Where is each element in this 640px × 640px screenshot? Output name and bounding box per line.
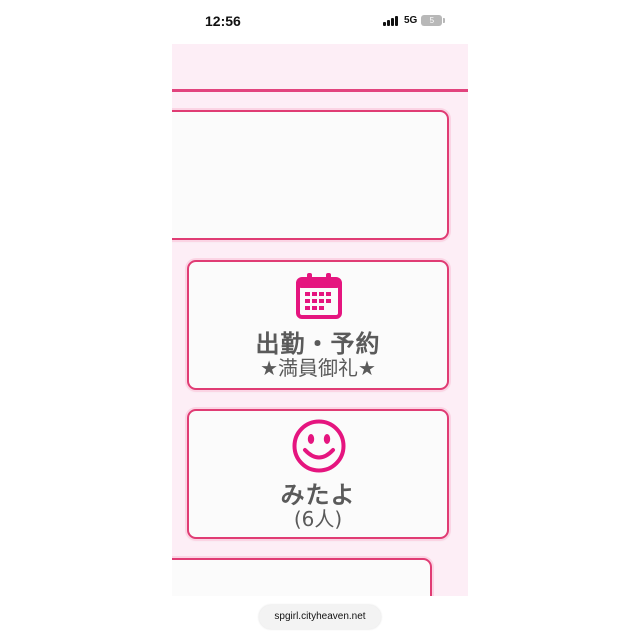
battery-icon: 5 — [421, 15, 446, 26]
section-divider — [172, 89, 468, 92]
mitayo-count: (6人) — [293, 507, 343, 531]
status-indicators: 5G 5 — [383, 15, 446, 26]
network-type: 5G — [404, 15, 418, 26]
calendar-icon — [296, 273, 342, 319]
schedule-subtitle: ★満員御礼★ — [260, 356, 376, 380]
mitayo-button[interactable]: みたよ (6人) — [187, 409, 449, 539]
schedule-reservation-button[interactable]: 出勤・予約 ★満員御礼★ — [187, 260, 449, 390]
status-time: 12:56 — [205, 13, 241, 29]
bottom-card[interactable] — [172, 558, 432, 596]
top-card[interactable] — [172, 110, 449, 240]
smiley-icon — [292, 419, 346, 473]
signal-icon — [383, 15, 398, 26]
status-bar: 12:56 5G 5 — [0, 0, 640, 44]
web-content[interactable]: 出勤・予約 ★満員御礼★ みたよ (6人) — [172, 44, 468, 596]
url-bar[interactable]: spgirl.cityheaven.net — [259, 605, 381, 629]
